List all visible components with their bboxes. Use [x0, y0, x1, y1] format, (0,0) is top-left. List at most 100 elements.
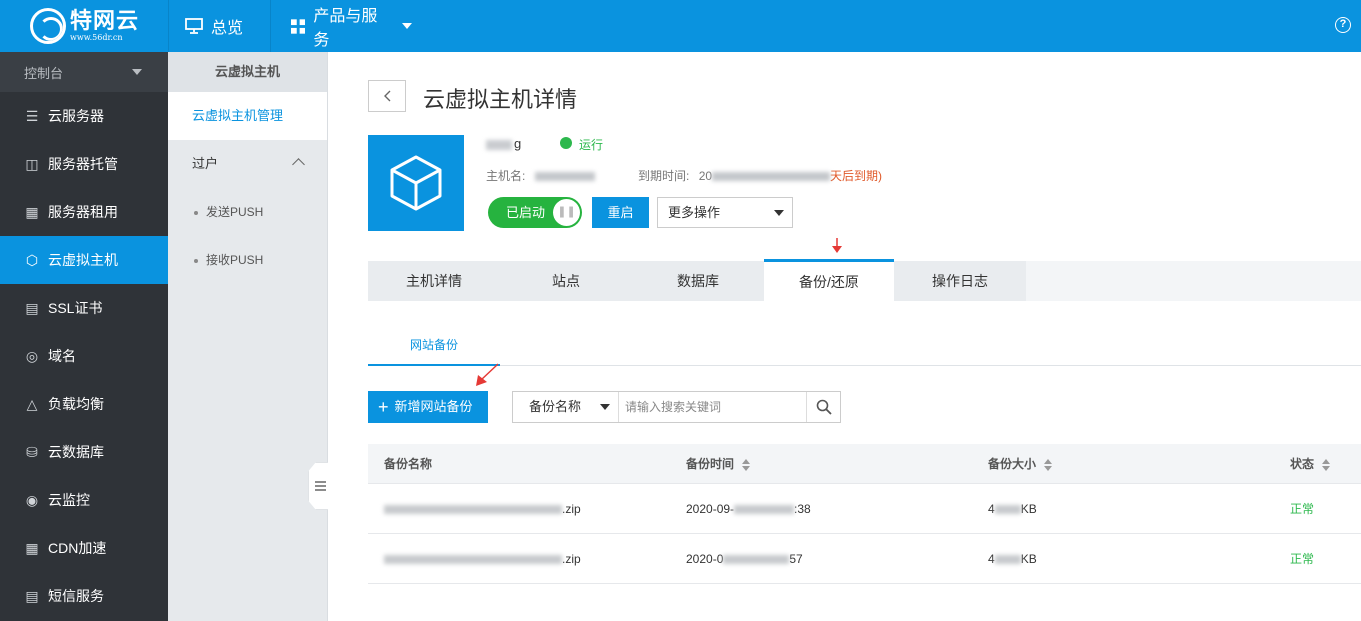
group-label: 过户 [192, 156, 219, 171]
brand-logo[interactable]: 特网云 www.56dr.cn [0, 0, 168, 52]
sub-sidebar-item-manage[interactable]: 云虚拟主机管理 [168, 92, 327, 140]
plus-icon: + [378, 397, 389, 417]
main-content: 云虚拟主机详情 g 运行 主机名: 到期时间: 20 天后到期) 已启动 ❚❚ 重… [328, 52, 1361, 621]
backup-time: 2020-09- [686, 501, 735, 516]
sidebar-item-1[interactable]: ☰ 云服务器 [0, 92, 168, 140]
table-header: 备份名称 备份时间 备份大小 状态 [368, 444, 1361, 484]
cube-icon [390, 155, 442, 211]
add-site-backup-button[interactable]: + 新增网站备份 [368, 391, 488, 423]
sidebar-item-11[interactable]: ▤ 短信服务 [0, 572, 168, 620]
sub-sidebar-header: 云虚拟主机 [168, 52, 327, 92]
help-icon[interactable]: ? [1335, 17, 1351, 33]
status-badge: 正常 [1290, 552, 1315, 566]
tab-database[interactable]: 数据库 [632, 261, 764, 301]
sub-sidebar-group-transfer[interactable]: 过户 [168, 140, 327, 188]
col-backup-time[interactable]: 备份时间 [670, 455, 972, 472]
tab-sites[interactable]: 站点 [500, 261, 632, 301]
col-backup-name: 备份名称 [384, 457, 433, 471]
chevron-up-icon [292, 158, 305, 171]
status-dot [560, 137, 572, 149]
sidebar-item-7[interactable]: △ 负载均衡 [0, 380, 168, 428]
sort-icon [1044, 458, 1053, 471]
tab-backup-restore[interactable]: 备份/还原 [764, 259, 894, 301]
host-name: g [486, 136, 521, 151]
backup-size: 4 [988, 501, 995, 516]
cube-icon: ⬡ [25, 251, 39, 268]
tab-operation-log[interactable]: 操作日志 [894, 261, 1026, 301]
brand-domain: www.56dr.cn [70, 33, 123, 42]
collapse-sidebar-button[interactable] [308, 462, 328, 510]
col-backup-size[interactable]: 备份大小 [972, 455, 1274, 472]
subtab-site-backup[interactable]: 网站备份 [368, 330, 500, 366]
nav-products-label: 产品与服务 [313, 8, 378, 49]
sidebar-item-2[interactable]: ◫ 服务器托管 [0, 140, 168, 188]
pause-icon: ❚❚ [553, 199, 580, 226]
hostname-meta: 主机名: [486, 167, 595, 184]
monitor-icon: ◉ [25, 491, 39, 508]
logo-swirl-icon [30, 8, 66, 44]
sub-tabs: 网站备份 [368, 330, 1361, 366]
sidebar-item-label: 云虚拟主机 [48, 252, 118, 268]
col-status[interactable]: 状态 [1274, 455, 1361, 472]
sort-icon [1322, 458, 1331, 471]
chevron-left-icon [384, 90, 391, 102]
sidebar-item-label: 云监控 [48, 492, 90, 508]
cdn-icon: ▦ [25, 539, 39, 556]
tab-host-details[interactable]: 主机详情 [368, 261, 500, 301]
top-nav: 总览 产品与服务 [168, 0, 428, 197]
top-bar: 特网云 www.56dr.cn 总览 产品与服务 ? [0, 0, 1361, 197]
backup-name: .zip [562, 501, 581, 516]
sub-sidebar-item-send-push[interactable]: 发送PUSH [168, 188, 327, 236]
grid-icon [291, 18, 306, 34]
sidebar-item-9[interactable]: ◉ 云监控 [0, 476, 168, 524]
expire-meta: 到期时间: 20 天后到期) [638, 169, 883, 183]
sidebar-item-5[interactable]: ▤ SSL证书 [0, 284, 168, 332]
annotation-arrow-icon [476, 363, 499, 386]
sidebar-item-6[interactable]: ◎ 域名 [0, 332, 168, 380]
chevron-down-icon [402, 23, 412, 29]
backup-table: 备份名称 备份时间 备份大小 状态 .zip 2020-09-:38 4 KB 正… [368, 444, 1361, 584]
search-icon [816, 399, 832, 415]
host-thumbnail [368, 135, 464, 231]
nav-overview[interactable]: 总览 [168, 0, 270, 52]
sidebar-item-label: 负载均衡 [48, 396, 104, 412]
backup-name: .zip [562, 551, 581, 566]
brand-name: 特网云 [70, 8, 140, 33]
sidebar-item-label: 云数据库 [48, 444, 104, 460]
nav-products-dropdown[interactable]: 产品与服务 [270, 0, 428, 52]
search-button[interactable] [806, 392, 840, 422]
sidebar: 控制台 ☰ 云服务器 ◫ 服务器托管 ▦ 服务器租用 ⬡ 云虚拟主机 ▤ SSL证书 ◎ 域名 △ 负载均… [0, 52, 168, 621]
console-dropdown[interactable]: 控制台 [0, 52, 168, 92]
search-field-select[interactable]: 备份名称 [513, 392, 619, 422]
sidebar-item-label: SSL证书 [48, 300, 103, 316]
back-button[interactable] [368, 80, 406, 112]
sidebar-item-8[interactable]: ⛁ 云数据库 [0, 428, 168, 476]
server-icon: ☰ [25, 107, 39, 124]
certificate-icon: ▤ [25, 299, 39, 316]
balance-icon: △ [26, 395, 38, 412]
table-row[interactable]: .zip 2020-09-:38 4 KB 正常 [368, 484, 1361, 534]
sidebar-item-label: CDN加速 [48, 540, 107, 556]
chevron-down-icon [132, 69, 142, 75]
search-input[interactable] [625, 392, 805, 422]
sidebar-item-10[interactable]: ▦ CDN加速 [0, 524, 168, 572]
table-row[interactable]: .zip 2020-0 57 4 KB 正常 [368, 534, 1361, 584]
sidebar-item-label: 服务器托管 [48, 156, 118, 172]
sidebar-item-label: 云服务器 [48, 108, 104, 124]
sidebar-item-4[interactable]: ⬡ 云虚拟主机 [0, 236, 168, 284]
page-title: 云虚拟主机详情 [423, 87, 578, 112]
detail-tabs: 主机详情 站点 数据库 备份/还原 操作日志 [368, 259, 1361, 301]
backup-time: 2020-0 [686, 551, 724, 566]
menu-icon [315, 481, 326, 491]
more-ops-dropdown[interactable]: 更多操作 [657, 197, 793, 228]
chevron-down-icon [600, 404, 610, 410]
sub-sidebar-item-receive-push[interactable]: 接收PUSH [168, 236, 327, 284]
rental-icon: ▦ [25, 203, 39, 220]
sidebar-item-3[interactable]: ▦ 服务器租用 [0, 188, 168, 236]
restart-button[interactable]: 重启 [592, 197, 649, 228]
hosting-icon: ◫ [25, 155, 39, 172]
chevron-down-icon [774, 210, 784, 216]
globe-icon: ◎ [25, 347, 39, 364]
sub-sidebar: 云虚拟主机 云虚拟主机管理 过户 发送PUSH 接收PUSH [168, 52, 328, 621]
power-toggle[interactable]: 已启动 ❚❚ [488, 197, 582, 228]
